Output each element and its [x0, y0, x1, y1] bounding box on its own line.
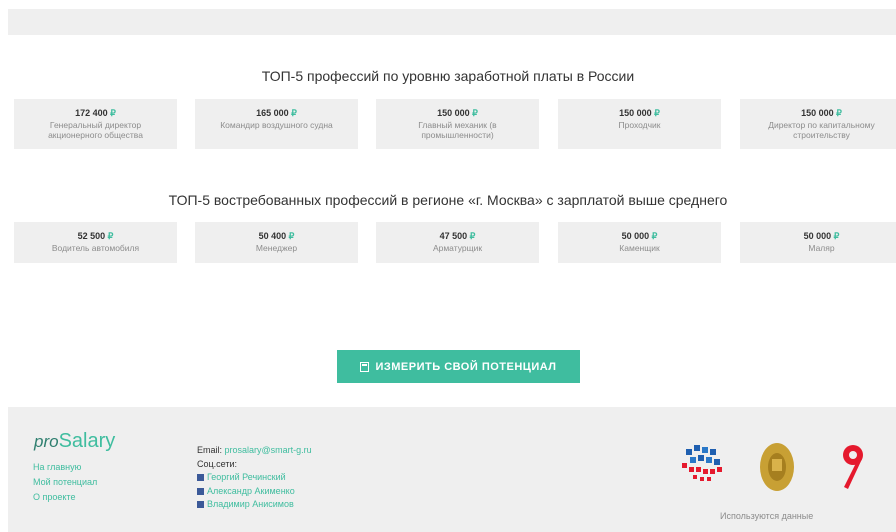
social-link-1[interactable]: Георгий Речинский	[197, 471, 312, 485]
email-link[interactable]: prosalary@smart-g.ru	[225, 445, 312, 455]
ruble-icon: ₽	[651, 231, 658, 241]
facebook-icon	[197, 474, 204, 482]
ruble-icon: ₽	[110, 108, 116, 118]
profession-name: Генеральный директор акционерного общест…	[48, 120, 143, 140]
ruble-icon: ₽	[288, 231, 295, 241]
measure-potential-label: ИЗМЕРИТЬ СВОЙ ПОТЕНЦИАЛ	[375, 360, 557, 373]
russian-coat-of-arms-icon	[760, 443, 794, 491]
ruble-icon: ₽	[472, 108, 478, 118]
prosalary-logo[interactable]: proSalary	[34, 430, 115, 453]
salary-card-1[interactable]: 172 400 ₽ Генеральный директор акционерн…	[14, 99, 177, 149]
social-link-3[interactable]: Владимир Анисимов	[197, 498, 312, 512]
calculator-icon	[360, 361, 370, 372]
top5-russia-title: ТОП-5 профессий по уровню заработной пла…	[261, 68, 635, 84]
rosstat-logo	[682, 445, 722, 481]
salary-value: 150 000 ₽	[437, 108, 478, 118]
salary-value: 165 000 ₽	[256, 108, 297, 118]
salary-value: 52 500 ₽	[77, 231, 114, 241]
salary-value: 50 400 ₽	[258, 231, 295, 241]
link-home[interactable]: На главную	[33, 460, 97, 475]
measure-potential-button[interactable]: ИЗМЕРИТЬ СВОЙ ПОТЕНЦИАЛ	[337, 350, 580, 383]
profession-name: Проходчик	[618, 120, 661, 130]
profession-name: Водитель автомобиля	[51, 243, 140, 253]
profession-name: Главный механик (в промышленности)	[418, 120, 497, 140]
top5-region-title: ТОП-5 востребованных профессий в регионе…	[168, 192, 728, 208]
social-label: Соц.сети:	[197, 458, 238, 469]
salary-card-2[interactable]: 50 400 ₽ Менеджер	[195, 222, 358, 263]
salary-card-4[interactable]: 50 000 ₽ Каменщик	[558, 222, 721, 263]
salary-value: 172 400 ₽	[75, 108, 116, 118]
salary-value: 50 000 ₽	[621, 231, 658, 241]
salary-card-4[interactable]: 150 000 ₽ Проходчик	[558, 99, 721, 149]
profession-name: Арматурщик	[432, 243, 483, 253]
ruble-icon: ₽	[107, 231, 114, 241]
facebook-icon	[197, 487, 204, 495]
salary-value: 50 000 ₽	[803, 231, 840, 241]
location-pin-icon	[843, 445, 863, 489]
footer: proSalary На главную Мой потенциал О про…	[8, 407, 896, 532]
link-my-potential[interactable]: Мой потенциал	[33, 475, 97, 490]
salary-card-3[interactable]: 150 000 ₽ Главный механик (в промышленно…	[376, 99, 539, 149]
salary-card-1[interactable]: 52 500 ₽ Водитель автомобиля	[14, 222, 177, 263]
facebook-icon	[197, 501, 204, 509]
ruble-icon: ₽	[833, 231, 840, 241]
ruble-icon: ₽	[654, 108, 660, 118]
top-banner-strip	[8, 9, 896, 35]
profession-name: Менеджер	[255, 243, 298, 253]
footer-contacts: Email: prosalary@smart-g.ru Соц.сети: Ге…	[197, 444, 312, 512]
profession-name: Маляр	[808, 243, 835, 253]
ruble-icon: ₽	[291, 108, 297, 118]
salary-value: 47 500 ₽	[439, 231, 476, 241]
salary-card-3[interactable]: 47 500 ₽ Арматурщик	[376, 222, 539, 263]
footer-nav: На главную Мой потенциал О проекте	[33, 460, 97, 505]
link-about[interactable]: О проекте	[33, 490, 97, 505]
profession-name: Командир воздушного судна	[220, 120, 333, 130]
social-link-2[interactable]: Александр Акименко	[197, 485, 312, 499]
data-source-logos	[682, 443, 863, 491]
ruble-icon: ₽	[469, 231, 476, 241]
profession-name: Директор по капитальному строительству	[768, 120, 875, 140]
ruble-icon: ₽	[836, 108, 842, 118]
email-line: Email: prosalary@smart-g.ru	[197, 445, 312, 455]
salary-value: 150 000 ₽	[619, 108, 660, 118]
data-source-note: Используются данные	[720, 511, 814, 521]
salary-card-5[interactable]: 50 000 ₽ Маляр	[740, 222, 896, 263]
salary-card-5[interactable]: 150 000 ₽ Директор по капитальному строи…	[740, 99, 896, 149]
profession-name: Каменщик	[619, 243, 660, 253]
salary-value: 150 000 ₽	[801, 108, 842, 118]
salary-card-2[interactable]: 165 000 ₽ Командир воздушного судна	[195, 99, 358, 149]
